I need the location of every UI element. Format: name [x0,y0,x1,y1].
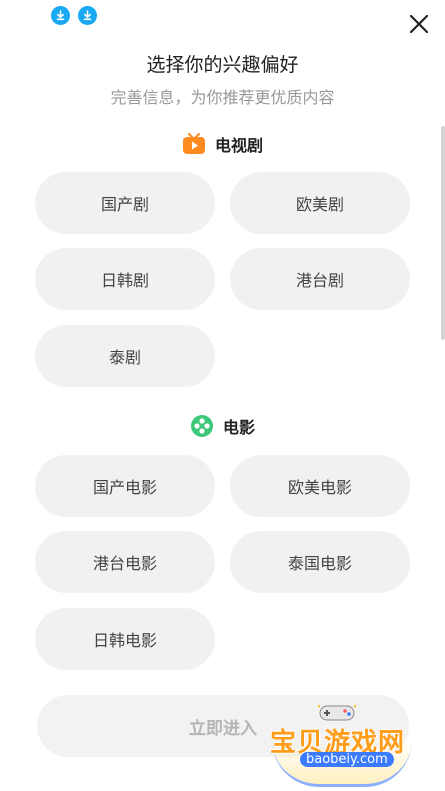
interest-chip[interactable]: 国产电影 [35,455,215,517]
close-button[interactable] [407,12,431,36]
watermark-url: baobeiy.com [300,752,394,767]
scrollbar[interactable] [441,126,445,340]
section-header-movie: 电影 [0,414,445,438]
gamepad-icon [318,704,356,721]
top-download-icons [51,6,97,25]
section-header-tv: 电视剧 [0,132,445,156]
chip-label: 泰国电影 [287,554,352,573]
interest-chip[interactable]: 欧美剧 [230,172,410,234]
section-title-movie: 电影 [222,418,255,437]
chip-label: 日韩剧 [100,271,149,290]
chip-label: 国产电影 [92,478,157,497]
interest-chip[interactable]: 泰剧 [35,325,215,387]
download-icon [78,6,97,25]
chip-label: 国产剧 [100,195,149,214]
interest-chip[interactable]: 国产剧 [35,172,215,234]
chip-label: 日韩电影 [92,631,157,650]
interest-chip[interactable]: 日韩电影 [35,608,215,670]
interest-chip[interactable]: 港台电影 [35,531,215,593]
close-icon [409,14,429,34]
chip-label: 欧美电影 [287,478,352,497]
tv-play-icon [182,133,205,154]
film-reel-icon [190,415,213,437]
watermark-logo: 宝贝游戏网 baobeiy.com [262,700,422,787]
chip-label: 泰剧 [108,348,141,367]
section-title-tv: 电视剧 [214,136,263,155]
chip-label: 港台电影 [92,554,157,573]
interest-chip[interactable]: 泰国电影 [230,531,410,593]
chip-label: 港台剧 [295,271,344,290]
page-title: 选择你的兴趣偏好 [146,54,299,76]
download-icon [51,6,70,25]
page-subtitle: 完善信息，为你推荐更优质内容 [110,88,335,107]
interest-chip[interactable]: 日韩剧 [35,248,215,310]
interest-chip[interactable]: 港台剧 [230,248,410,310]
interest-chip[interactable]: 欧美电影 [230,455,410,517]
chip-label: 欧美剧 [295,195,344,214]
enter-button-label: 立即进入 [189,718,257,739]
